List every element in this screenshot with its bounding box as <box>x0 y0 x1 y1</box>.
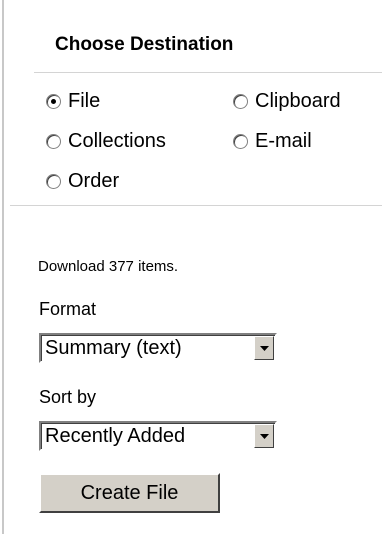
destination-option-email[interactable]: E-mail <box>233 129 312 153</box>
sort-by-selected-value: Recently Added <box>45 425 186 447</box>
download-count-text: Download 377 items. <box>38 258 179 275</box>
radio-button-collections[interactable] <box>46 133 61 149</box>
radio-button-order[interactable] <box>46 173 61 189</box>
destination-option-clipboard[interactable]: Clipboard <box>233 89 341 113</box>
dropdown-arrow-icon[interactable] <box>254 336 274 360</box>
radio-label-email: E-mail <box>255 130 312 152</box>
create-file-button[interactable]: Create File <box>39 473 220 513</box>
sort-by-label: Sort by <box>39 387 97 407</box>
radio-button-file[interactable] <box>46 93 61 109</box>
format-label: Format <box>39 299 97 319</box>
radio-label-clipboard: Clipboard <box>255 90 341 112</box>
radio-label-order: Order <box>68 170 120 192</box>
radio-button-email[interactable] <box>233 133 248 149</box>
sort-by-select[interactable]: Recently Added <box>39 421 277 451</box>
format-selected-value: Summary (text) <box>45 337 182 359</box>
radio-button-clipboard[interactable] <box>233 93 248 109</box>
radio-label-file: File <box>68 90 101 112</box>
section-divider <box>10 205 382 206</box>
radio-label-collections: Collections <box>68 130 166 152</box>
destination-panel: Choose Destination File Clipboard Collec… <box>4 0 382 534</box>
choose-destination-heading: Choose Destination <box>55 34 234 55</box>
dropdown-arrow-icon[interactable] <box>254 424 274 448</box>
destination-option-file[interactable]: File <box>46 89 100 113</box>
destination-option-order[interactable]: Order <box>46 169 119 193</box>
format-select[interactable]: Summary (text) <box>39 333 277 363</box>
destination-option-collections[interactable]: Collections <box>46 129 166 153</box>
heading-divider <box>34 72 382 73</box>
